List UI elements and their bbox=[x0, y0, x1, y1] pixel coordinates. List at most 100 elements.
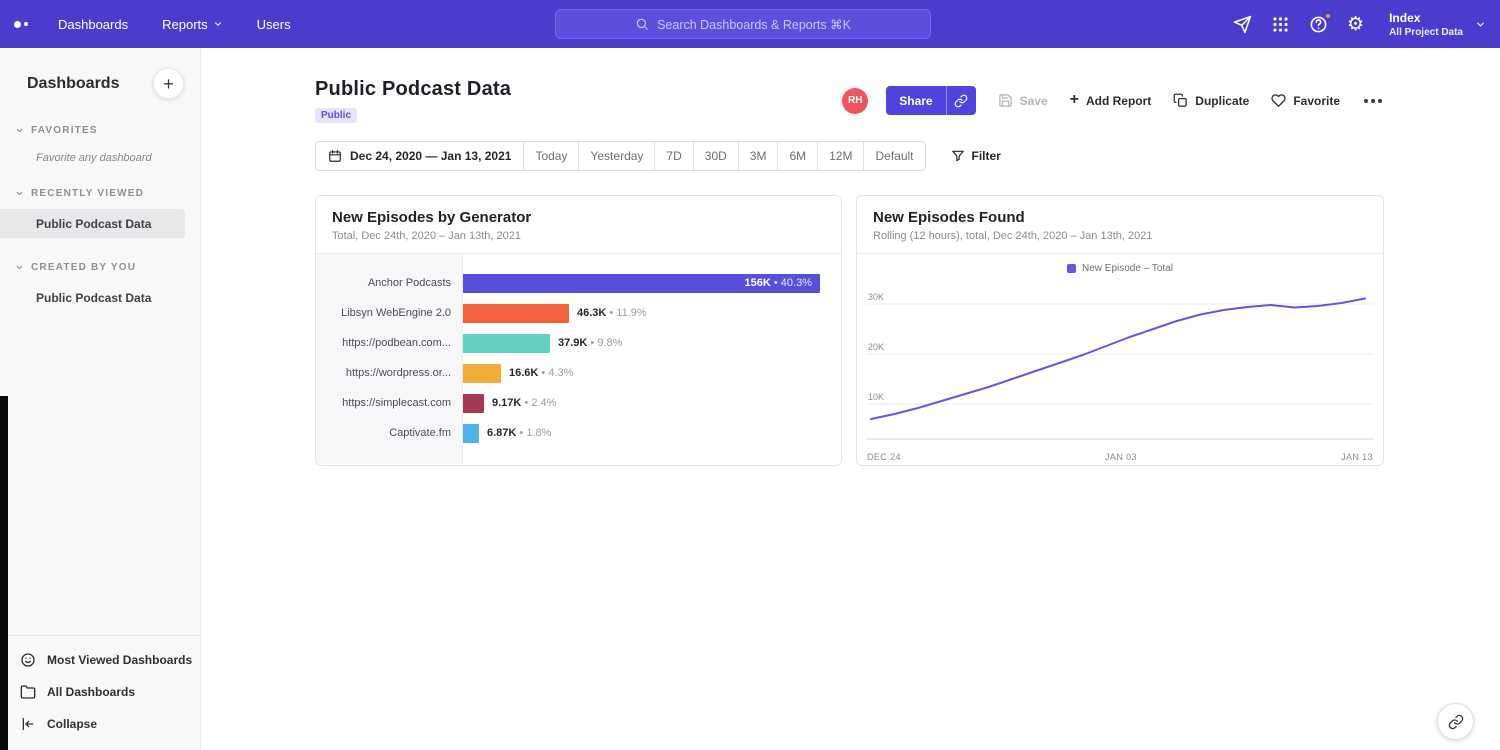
footer-item-label: Most Viewed Dashboards bbox=[47, 653, 192, 667]
date-preset-default[interactable]: Default bbox=[864, 142, 924, 170]
section-label: CREATED BY YOU bbox=[31, 262, 136, 273]
bar-category-label: https://wordpress.or... bbox=[316, 358, 462, 388]
x-axis-labels: DEC 24 JAN 03 JAN 13 bbox=[867, 448, 1373, 462]
primary-nav: Dashboards Reports Users bbox=[58, 17, 291, 32]
help-icon[interactable] bbox=[1309, 15, 1328, 34]
logo-dot bbox=[24, 22, 28, 26]
section-header-favorites[interactable]: FAVORITES bbox=[0, 125, 200, 136]
date-range-picker[interactable]: Dec 24, 2020 — Jan 13, 2021 bbox=[316, 142, 524, 170]
sidebar-item-public-podcast-data[interactable]: Public Podcast Data bbox=[0, 209, 185, 238]
avatar[interactable]: RH bbox=[842, 88, 868, 114]
chevron-down-icon bbox=[15, 263, 24, 272]
bar-segment[interactable] bbox=[463, 364, 501, 383]
apps-grid-icon[interactable] bbox=[1271, 15, 1290, 34]
sidebar-footer: Most Viewed Dashboards All Dashboards Co… bbox=[0, 635, 200, 750]
more-options-button[interactable] bbox=[1362, 93, 1384, 109]
line-plot-area[interactable]: 10K20K30K bbox=[867, 280, 1373, 448]
legend-swatch bbox=[1067, 264, 1076, 273]
bar-row: 16.6K • 4.3% bbox=[463, 358, 841, 388]
save-button[interactable]: Save bbox=[998, 93, 1048, 108]
notification-badge bbox=[1324, 12, 1332, 20]
date-preset-today[interactable]: Today bbox=[524, 142, 579, 170]
svg-text:20K: 20K bbox=[868, 342, 884, 352]
bar-value-label: 16.6K • 4.3% bbox=[509, 367, 573, 379]
global-search-bar[interactable]: Search Dashboards & Reports ⌘K bbox=[555, 9, 931, 39]
card-header: New Episodes Found Rolling (12 hours), t… bbox=[857, 196, 1383, 254]
bar-chart: Anchor PodcastsLibsyn WebEngine 2.0https… bbox=[316, 254, 841, 464]
bar-value-label: 9.17K • 2.4% bbox=[492, 397, 556, 409]
nav-item-dashboards[interactable]: Dashboards bbox=[58, 17, 128, 32]
svg-text:30K: 30K bbox=[868, 292, 884, 302]
funnel-icon bbox=[951, 149, 965, 163]
section-label: FAVORITES bbox=[31, 125, 98, 136]
settings-gear-icon[interactable]: ⚙ bbox=[1347, 15, 1364, 34]
date-preset-7d[interactable]: 7D bbox=[655, 142, 693, 170]
chevron-down-icon bbox=[213, 19, 223, 29]
bar-category-label: https://simplecast.com bbox=[316, 388, 462, 418]
bar-value-label: 6.87K • 1.8% bbox=[487, 427, 551, 439]
bar-segment[interactable]: 156K • 40.3% bbox=[463, 274, 820, 293]
x-axis-tick: DEC 24 bbox=[867, 452, 901, 462]
bar-value-label: 156K • 40.3% bbox=[745, 277, 820, 289]
section-header-recently-viewed[interactable]: RECENTLY VIEWED bbox=[0, 188, 200, 199]
copy-icon bbox=[1173, 93, 1188, 108]
favorite-button[interactable]: Favorite bbox=[1271, 93, 1340, 108]
app-root: Dashboards Reports Users Search Dashboards… bbox=[0, 0, 1500, 750]
bar-segment[interactable] bbox=[463, 334, 550, 353]
collapse-sidebar-button[interactable]: Collapse bbox=[0, 708, 200, 740]
navbar-utilities: ⚙ Index All Project Data bbox=[1233, 0, 1486, 48]
filter-button[interactable]: Filter bbox=[951, 149, 1001, 163]
project-subtitle: All Project Data bbox=[1389, 27, 1463, 38]
line-chart-card: New Episodes Found Rolling (12 hours), t… bbox=[856, 195, 1384, 466]
bar-row: 156K • 40.3% bbox=[463, 268, 841, 298]
main-content: Public Podcast Data Public RH Share Save bbox=[201, 48, 1500, 750]
bar-category-label: Libsyn WebEngine 2.0 bbox=[316, 298, 462, 328]
bar-row: 6.87K • 1.8% bbox=[463, 418, 841, 448]
share-link-button[interactable] bbox=[946, 86, 976, 115]
search-placeholder: Search Dashboards & Reports ⌘K bbox=[657, 17, 851, 32]
date-preset-12m[interactable]: 12M bbox=[818, 142, 864, 170]
bar-row: 46.3K • 11.9% bbox=[463, 298, 841, 328]
nav-item-users[interactable]: Users bbox=[257, 17, 291, 32]
project-switcher[interactable]: Index All Project Data bbox=[1389, 11, 1486, 38]
date-preset-30d[interactable]: 30D bbox=[694, 142, 739, 170]
search-icon bbox=[635, 17, 649, 31]
sidebar-item-public-podcast-data-created[interactable]: Public Podcast Data bbox=[0, 283, 200, 312]
share-button[interactable]: Share bbox=[886, 86, 945, 115]
add-report-button[interactable]: + Add Report bbox=[1070, 94, 1152, 108]
bar-category-label: https://podbean.com... bbox=[316, 328, 462, 358]
send-icon[interactable] bbox=[1233, 15, 1252, 34]
date-preset-yesterday[interactable]: Yesterday bbox=[579, 142, 655, 170]
date-range-label: Dec 24, 2020 — Jan 13, 2021 bbox=[350, 149, 511, 163]
calendar-icon bbox=[328, 149, 342, 163]
app-logo[interactable] bbox=[14, 21, 28, 28]
share-split-button: Share bbox=[886, 86, 975, 115]
duplicate-button[interactable]: Duplicate bbox=[1173, 93, 1249, 108]
collapse-icon bbox=[20, 716, 36, 732]
date-preset-3m[interactable]: 3M bbox=[739, 142, 779, 170]
bar-segment[interactable] bbox=[463, 394, 484, 413]
heart-icon bbox=[1271, 93, 1286, 108]
add-dashboard-button[interactable]: + bbox=[153, 68, 184, 99]
section-label: RECENTLY VIEWED bbox=[31, 188, 144, 199]
bar-row: 9.17K • 2.4% bbox=[463, 388, 841, 418]
nav-item-reports[interactable]: Reports bbox=[162, 17, 223, 32]
sidebar-title: Dashboards bbox=[27, 75, 119, 93]
chevron-down-icon bbox=[15, 126, 24, 135]
sidebar: Dashboards + FAVORITES Favorite any dash… bbox=[0, 48, 201, 750]
favorites-empty-hint: Favorite any dashboard bbox=[0, 136, 200, 164]
x-axis-tick: JAN 03 bbox=[1105, 452, 1137, 462]
footer-item-label: All Dashboards bbox=[47, 685, 135, 699]
legend-label: New Episode – Total bbox=[1082, 263, 1173, 274]
copy-link-fab[interactable] bbox=[1437, 703, 1474, 740]
bar-segment[interactable] bbox=[463, 424, 479, 443]
most-viewed-dashboards-button[interactable]: Most Viewed Dashboards bbox=[0, 644, 200, 676]
x-axis-tick: JAN 13 bbox=[1341, 452, 1373, 462]
section-header-created-by-you[interactable]: CREATED BY YOU bbox=[0, 262, 200, 273]
all-dashboards-button[interactable]: All Dashboards bbox=[0, 676, 200, 708]
bar-plot-area: 156K • 40.3%46.3K • 11.9%37.9K • 9.8%16.… bbox=[463, 254, 841, 464]
card-subtitle: Total, Dec 24th, 2020 – Jan 13th, 2021 bbox=[332, 230, 825, 242]
bar-segment[interactable] bbox=[463, 304, 569, 323]
date-range-group: Dec 24, 2020 — Jan 13, 2021 TodayYesterd… bbox=[315, 141, 926, 171]
date-preset-6m[interactable]: 6M bbox=[778, 142, 818, 170]
